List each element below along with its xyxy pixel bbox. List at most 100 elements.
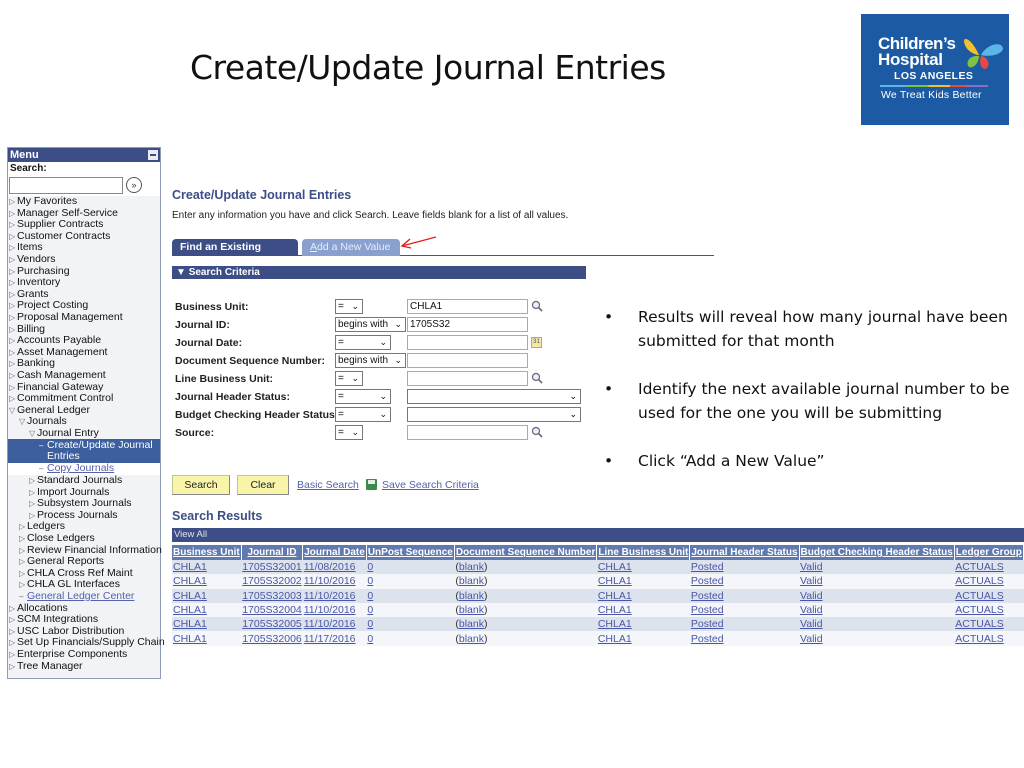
business-unit-input[interactable]: CHLA1: [407, 299, 528, 314]
cell-link[interactable]: 0: [367, 604, 373, 616]
cell-link[interactable]: 1705S32006: [242, 633, 302, 645]
cell-link[interactable]: CHLA1: [173, 575, 207, 587]
cell-link[interactable]: CHLA1: [598, 561, 632, 573]
document-sequence-input[interactable]: [407, 353, 528, 368]
menu-item[interactable]: ▽ Journal Entry: [8, 427, 160, 440]
column-header[interactable]: Journal ID: [241, 545, 304, 560]
cell-link[interactable]: 0: [367, 618, 373, 630]
cell-link[interactable]: 0: [367, 561, 373, 573]
journal-header-status-select[interactable]: ⌄: [407, 389, 581, 404]
column-header[interactable]: Business Unit: [172, 545, 242, 560]
cell-link[interactable]: Valid: [800, 618, 823, 630]
cell-link[interactable]: 11/10/2016: [304, 618, 356, 630]
cell-link[interactable]: CHLA1: [173, 633, 207, 645]
column-header[interactable]: Document Sequence Number: [454, 545, 598, 560]
menu-item[interactable]: – Create/Update Journal Entries: [8, 439, 160, 464]
cell-link[interactable]: blank: [459, 590, 484, 602]
cell-link[interactable]: CHLA1: [173, 561, 207, 573]
cell-link[interactable]: Valid: [800, 633, 823, 645]
cell-link[interactable]: ACTUALS: [955, 575, 1003, 587]
menu-item-label: Proposal Management: [17, 310, 123, 323]
cell-link[interactable]: Posted: [691, 633, 724, 645]
column-header[interactable]: Journal Header Status: [689, 545, 800, 560]
menu-item[interactable]: ▷ Tree Manager: [8, 660, 160, 673]
cell-link[interactable]: Posted: [691, 618, 724, 630]
operator-select[interactable]: = ⌄: [335, 425, 363, 440]
cell-link[interactable]: CHLA1: [173, 604, 207, 616]
cell-link[interactable]: 0: [367, 633, 373, 645]
cell-link[interactable]: Posted: [691, 561, 724, 573]
tab-find-existing-value[interactable]: Find an Existing Value: [172, 239, 298, 270]
cell-link[interactable]: 11/10/2016: [304, 604, 356, 616]
operator-select[interactable]: = ⌄: [335, 335, 391, 350]
basic-search-link[interactable]: Basic Search: [297, 479, 359, 491]
tab-add-new-value[interactable]: Add a New Value: [302, 239, 400, 256]
cell-link[interactable]: Valid: [800, 575, 823, 587]
cell-link[interactable]: CHLA1: [598, 575, 632, 587]
cell-link[interactable]: CHLA1: [598, 633, 632, 645]
operator-select[interactable]: = ⌄: [335, 407, 391, 422]
search-criteria-bar[interactable]: ▼ Search Criteria: [172, 266, 586, 279]
lookup-magnifier-icon[interactable]: [531, 300, 543, 312]
column-header[interactable]: Ledger Group: [954, 545, 1024, 560]
cell-link[interactable]: 11/17/2016: [304, 633, 356, 645]
budget-checking-status-select[interactable]: ⌄: [407, 407, 581, 422]
cell-link[interactable]: 0: [367, 590, 373, 602]
cell-link[interactable]: CHLA1: [598, 604, 632, 616]
cell-link[interactable]: 1705S32003: [242, 590, 302, 602]
column-header[interactable]: Budget Checking Header Status: [799, 545, 955, 560]
cell-link[interactable]: 1705S32005: [242, 618, 302, 630]
cell-link[interactable]: CHLA1: [173, 618, 207, 630]
cell-link[interactable]: Posted: [691, 604, 724, 616]
table-cell: CHLA1: [172, 631, 242, 646]
calendar-icon[interactable]: 31: [531, 337, 542, 348]
column-header[interactable]: Journal Date: [302, 545, 367, 560]
table-cell: 11/17/2016: [302, 631, 367, 646]
search-button[interactable]: Search: [172, 475, 230, 495]
cell-link[interactable]: ACTUALS: [955, 590, 1003, 602]
cell-link[interactable]: ACTUALS: [955, 604, 1003, 616]
cell-link[interactable]: Posted: [691, 575, 724, 587]
cell-link[interactable]: Valid: [800, 604, 823, 616]
journal-date-input[interactable]: [407, 335, 528, 350]
operator-select[interactable]: = ⌄: [335, 299, 363, 314]
column-header[interactable]: UnPost Sequence: [366, 545, 455, 560]
cell-link[interactable]: ACTUALS: [955, 561, 1003, 573]
operator-select[interactable]: = ⌄: [335, 389, 391, 404]
cell-link[interactable]: 11/08/2016: [304, 561, 356, 573]
collapse-menu-icon[interactable]: [148, 150, 158, 160]
operator-select[interactable]: begins with ⌄: [335, 317, 406, 332]
cell-link[interactable]: 1705S32004: [242, 604, 302, 616]
search-go-icon[interactable]: »: [126, 177, 142, 193]
source-input[interactable]: [407, 425, 528, 440]
clear-button[interactable]: Clear: [237, 475, 289, 495]
cell-link[interactable]: ACTUALS: [955, 618, 1003, 630]
cell-link[interactable]: blank: [459, 604, 484, 616]
cell-link[interactable]: 1705S32002: [242, 575, 302, 587]
lookup-magnifier-icon[interactable]: [531, 372, 543, 384]
lookup-magnifier-icon[interactable]: [531, 426, 543, 438]
cell-link[interactable]: blank: [459, 561, 484, 573]
save-search-criteria-link[interactable]: Save Search Criteria: [382, 479, 479, 491]
cell-link[interactable]: 1705S32001: [242, 561, 302, 573]
cell-link[interactable]: blank: [459, 618, 484, 630]
cell-link[interactable]: 11/10/2016: [304, 575, 356, 587]
view-all-link[interactable]: View All: [172, 528, 1024, 542]
cell-link[interactable]: blank: [459, 633, 484, 645]
cell-link[interactable]: 0: [367, 575, 373, 587]
cell-link[interactable]: ACTUALS: [955, 633, 1003, 645]
column-header[interactable]: Line Business Unit: [596, 545, 691, 560]
menu-search-input[interactable]: [9, 177, 123, 194]
journal-id-input[interactable]: 1705S32: [407, 317, 528, 332]
cell-link[interactable]: Posted: [691, 590, 724, 602]
line-business-unit-input[interactable]: [407, 371, 528, 386]
cell-link[interactable]: 11/10/2016: [304, 590, 356, 602]
cell-link[interactable]: CHLA1: [598, 590, 632, 602]
cell-link[interactable]: CHLA1: [598, 618, 632, 630]
cell-link[interactable]: Valid: [800, 590, 823, 602]
operator-select[interactable]: = ⌄: [335, 371, 363, 386]
cell-link[interactable]: CHLA1: [173, 590, 207, 602]
cell-link[interactable]: Valid: [800, 561, 823, 573]
cell-link[interactable]: blank: [459, 575, 484, 587]
operator-select[interactable]: begins with ⌄: [335, 353, 406, 368]
